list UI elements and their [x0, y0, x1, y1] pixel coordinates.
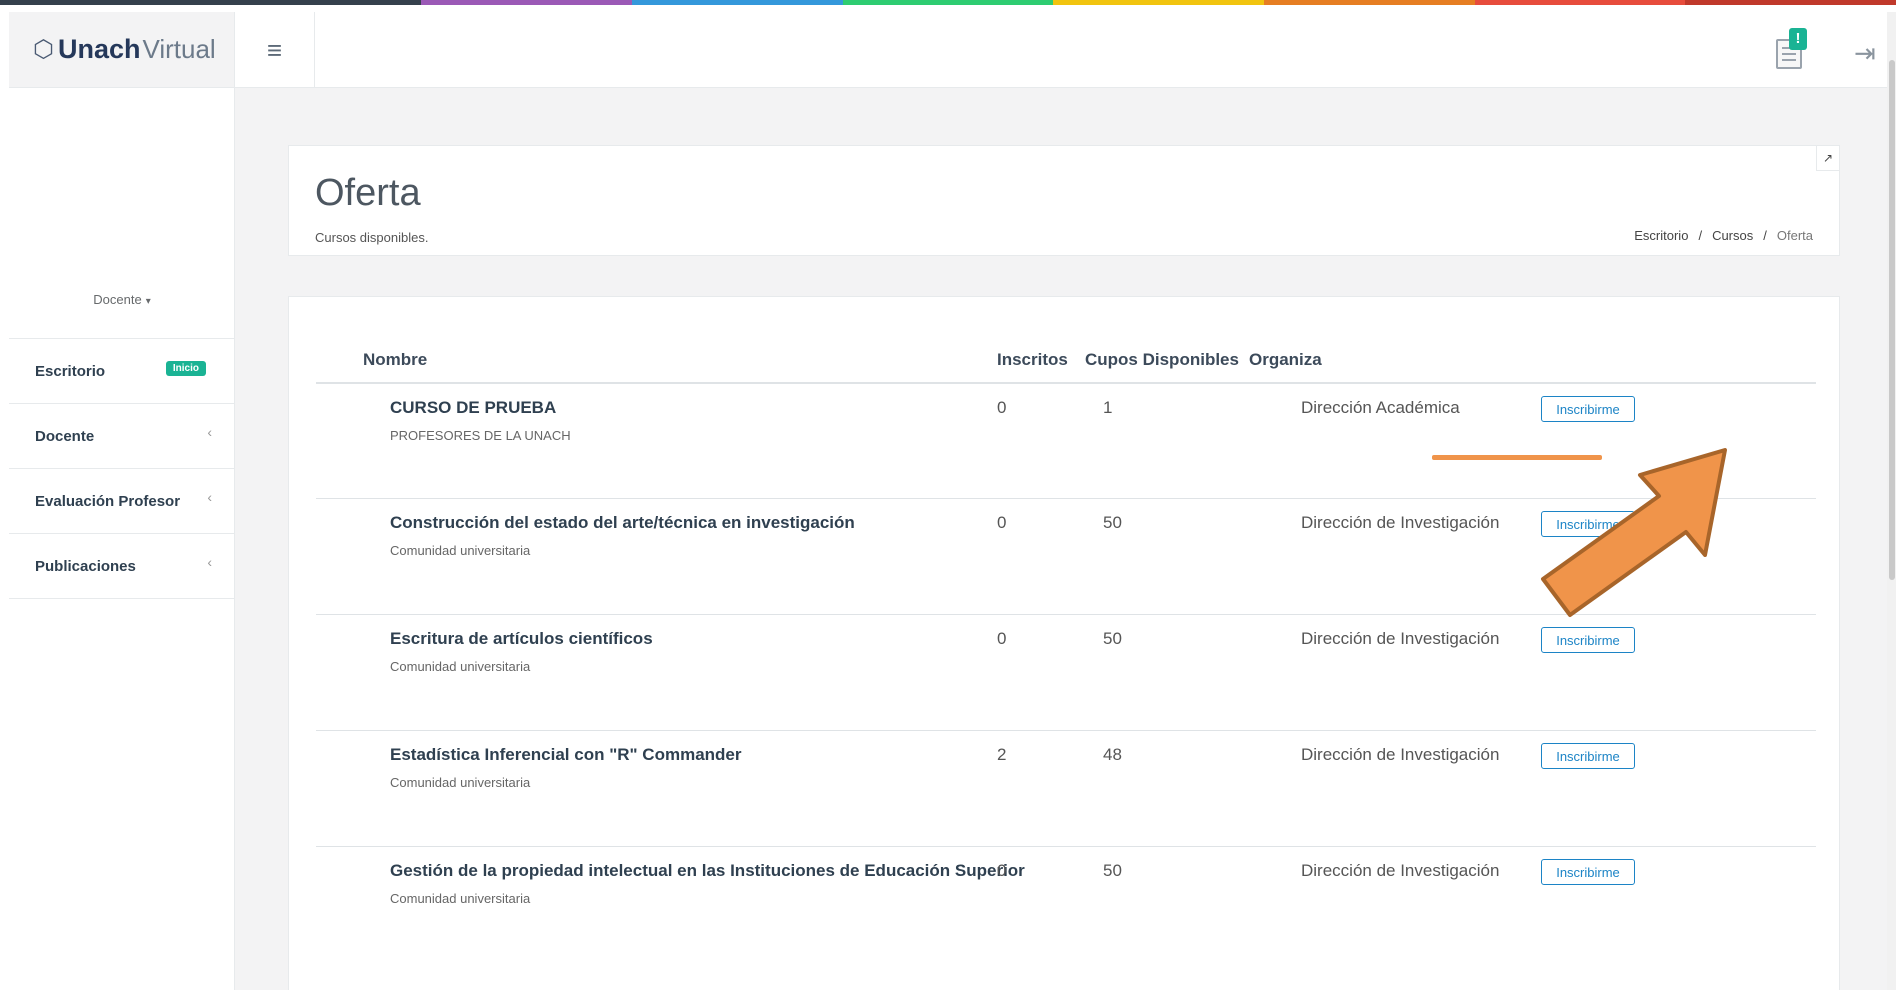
course-name: Gestión de la propiedad intelectual en l…	[390, 861, 1025, 880]
hexagon-logo-icon: ⬡	[33, 36, 54, 63]
arrow-shape	[1541, 448, 1727, 617]
course-cupos: 48	[1103, 745, 1122, 764]
chevron-left-icon: ‹	[207, 489, 212, 505]
color-segment	[1474, 0, 1686, 5]
course-organiza: Dirección de Investigación	[1301, 745, 1500, 764]
breadcrumb-link-escritorio[interactable]: Escritorio	[1634, 228, 1688, 243]
inscribirme-button[interactable]: Inscribirme	[1541, 859, 1635, 885]
sidebar-item-docente[interactable]: Docente ‹	[9, 404, 234, 469]
logout-button[interactable]: ⇥	[1854, 38, 1884, 68]
course-organiza: Dirección de Investigación	[1301, 861, 1500, 880]
color-segment	[421, 0, 633, 5]
color-segment	[1264, 0, 1475, 5]
course-cupos: 50	[1103, 629, 1122, 648]
pointer-arrow-annotation	[1541, 448, 1727, 617]
course-audience: Comunidad universitaria	[390, 659, 531, 674]
course-inscritos: 0	[997, 513, 1007, 532]
course-audience: Comunidad universitaria	[390, 775, 531, 790]
sidebar-item-label: Evaluación Profesor	[35, 492, 181, 510]
table-row: Estadística Inferencial con "R" Commande…	[316, 730, 1816, 846]
expand-arrow-icon: ↗	[1822, 151, 1834, 165]
chevron-left-icon: ‹	[207, 554, 212, 570]
course-inscritos: 0	[997, 398, 1007, 417]
breadcrumb: Escritorio / Cursos / Oferta	[1634, 228, 1813, 243]
color-segment	[632, 0, 843, 5]
course-organiza: Dirección de Investigación	[1301, 629, 1500, 648]
breadcrumb-current: Oferta	[1776, 228, 1813, 243]
course-organiza: Dirección Académica	[1301, 398, 1460, 417]
page-title: Oferta	[315, 172, 421, 214]
column-header-inscritos: Inscritos	[997, 350, 1068, 369]
sidebar-item-label: Escritorio	[35, 362, 106, 380]
app-logo[interactable]: ⬡ Unach Virtual	[9, 12, 234, 88]
logo-text-bold: Unach	[57, 34, 141, 64]
page-subtitle: Cursos disponibles.	[315, 230, 429, 245]
color-segment	[1685, 0, 1896, 5]
breadcrumb-separator: /	[1698, 228, 1703, 243]
inicio-badge: Inicio	[165, 361, 206, 376]
course-cupos: 50	[1103, 861, 1122, 880]
breadcrumb-separator: /	[1763, 228, 1767, 243]
course-audience: Comunidad universitaria	[390, 891, 531, 906]
caret-down-icon: ▾	[145, 296, 151, 307]
sidebar-item-label: Publicaciones	[35, 557, 136, 575]
inscribirme-button[interactable]: Inscribirme	[1541, 627, 1635, 653]
course-cupos: 1	[1103, 398, 1113, 417]
profile-area: Docente ▾	[9, 88, 234, 339]
page-heading-panel: Oferta Cursos disponibles. Escritorio / Cu…	[288, 145, 1840, 256]
courses-table: Nombre Inscritos Cupos Disponibles Organ…	[288, 296, 1840, 990]
course-inscritos: 0	[997, 629, 1007, 648]
color-segment	[842, 0, 1054, 5]
course-name: Construcción del estado del arte/técnica…	[390, 513, 855, 532]
chevron-left-icon: ‹	[207, 424, 212, 440]
inscribirme-button[interactable]: Inscribirme	[1541, 396, 1635, 422]
sidebar-item-escritorio[interactable]: Escritorio Inicio	[9, 339, 234, 404]
logo-text-light: Virtual	[142, 34, 216, 64]
top-color-bar	[0, 0, 1896, 5]
scrollbar-thumb[interactable]	[1889, 60, 1895, 580]
logout-icon: ⇥	[1854, 38, 1876, 68]
course-name: CURSO DE PRUEBA	[390, 398, 557, 417]
course-inscritos: 0	[997, 861, 1007, 880]
color-segment	[210, 0, 422, 5]
course-audience: Comunidad universitaria	[390, 543, 531, 558]
sidebar-item-label: Docente	[35, 427, 95, 445]
sidebar: ⬡ Unach Virtual Docente ▾ Escritorio Inic…	[9, 12, 235, 990]
course-name: Escritura de artículos científicos	[390, 629, 653, 648]
role-dropdown[interactable]: Docente ▾	[9, 292, 235, 307]
table-row: Escritura de artículos científicos Comun…	[316, 614, 1816, 730]
top-header: ≡ ! ⇥	[235, 12, 1896, 88]
course-cupos: 50	[1103, 513, 1122, 532]
table-row: Gestión de la propiedad intelectual en l…	[316, 846, 1816, 962]
column-header-nombre: Nombre	[363, 350, 428, 369]
breadcrumb-link-cursos[interactable]: Cursos	[1712, 228, 1753, 243]
course-name: Estadística Inferencial con "R" Commande…	[390, 745, 742, 764]
course-audience: PROFESORES DE LA UNACH	[390, 428, 571, 443]
course-inscritos: 2	[997, 745, 1007, 764]
inscribirme-button[interactable]: Inscribirme	[1541, 743, 1635, 769]
role-label: Docente	[93, 292, 142, 307]
sidebar-item-evaluacion-profesor[interactable]: Evaluación Profesor ‹	[9, 469, 234, 534]
notification-badge: !	[1789, 28, 1807, 50]
expand-panel-button[interactable]: ↗	[1816, 145, 1840, 171]
menu-toggle-button[interactable]: ≡	[235, 12, 315, 88]
color-segment	[1053, 0, 1265, 5]
hamburger-icon: ≡	[266, 34, 283, 65]
sidebar-item-publicaciones[interactable]: Publicaciones ‹	[9, 534, 234, 599]
column-header-organiza: Organiza	[1249, 350, 1322, 369]
column-header-cupos: Cupos Disponibles	[1085, 350, 1239, 369]
course-organiza: Dirección de Investigación	[1301, 513, 1500, 532]
color-segment	[0, 0, 211, 5]
